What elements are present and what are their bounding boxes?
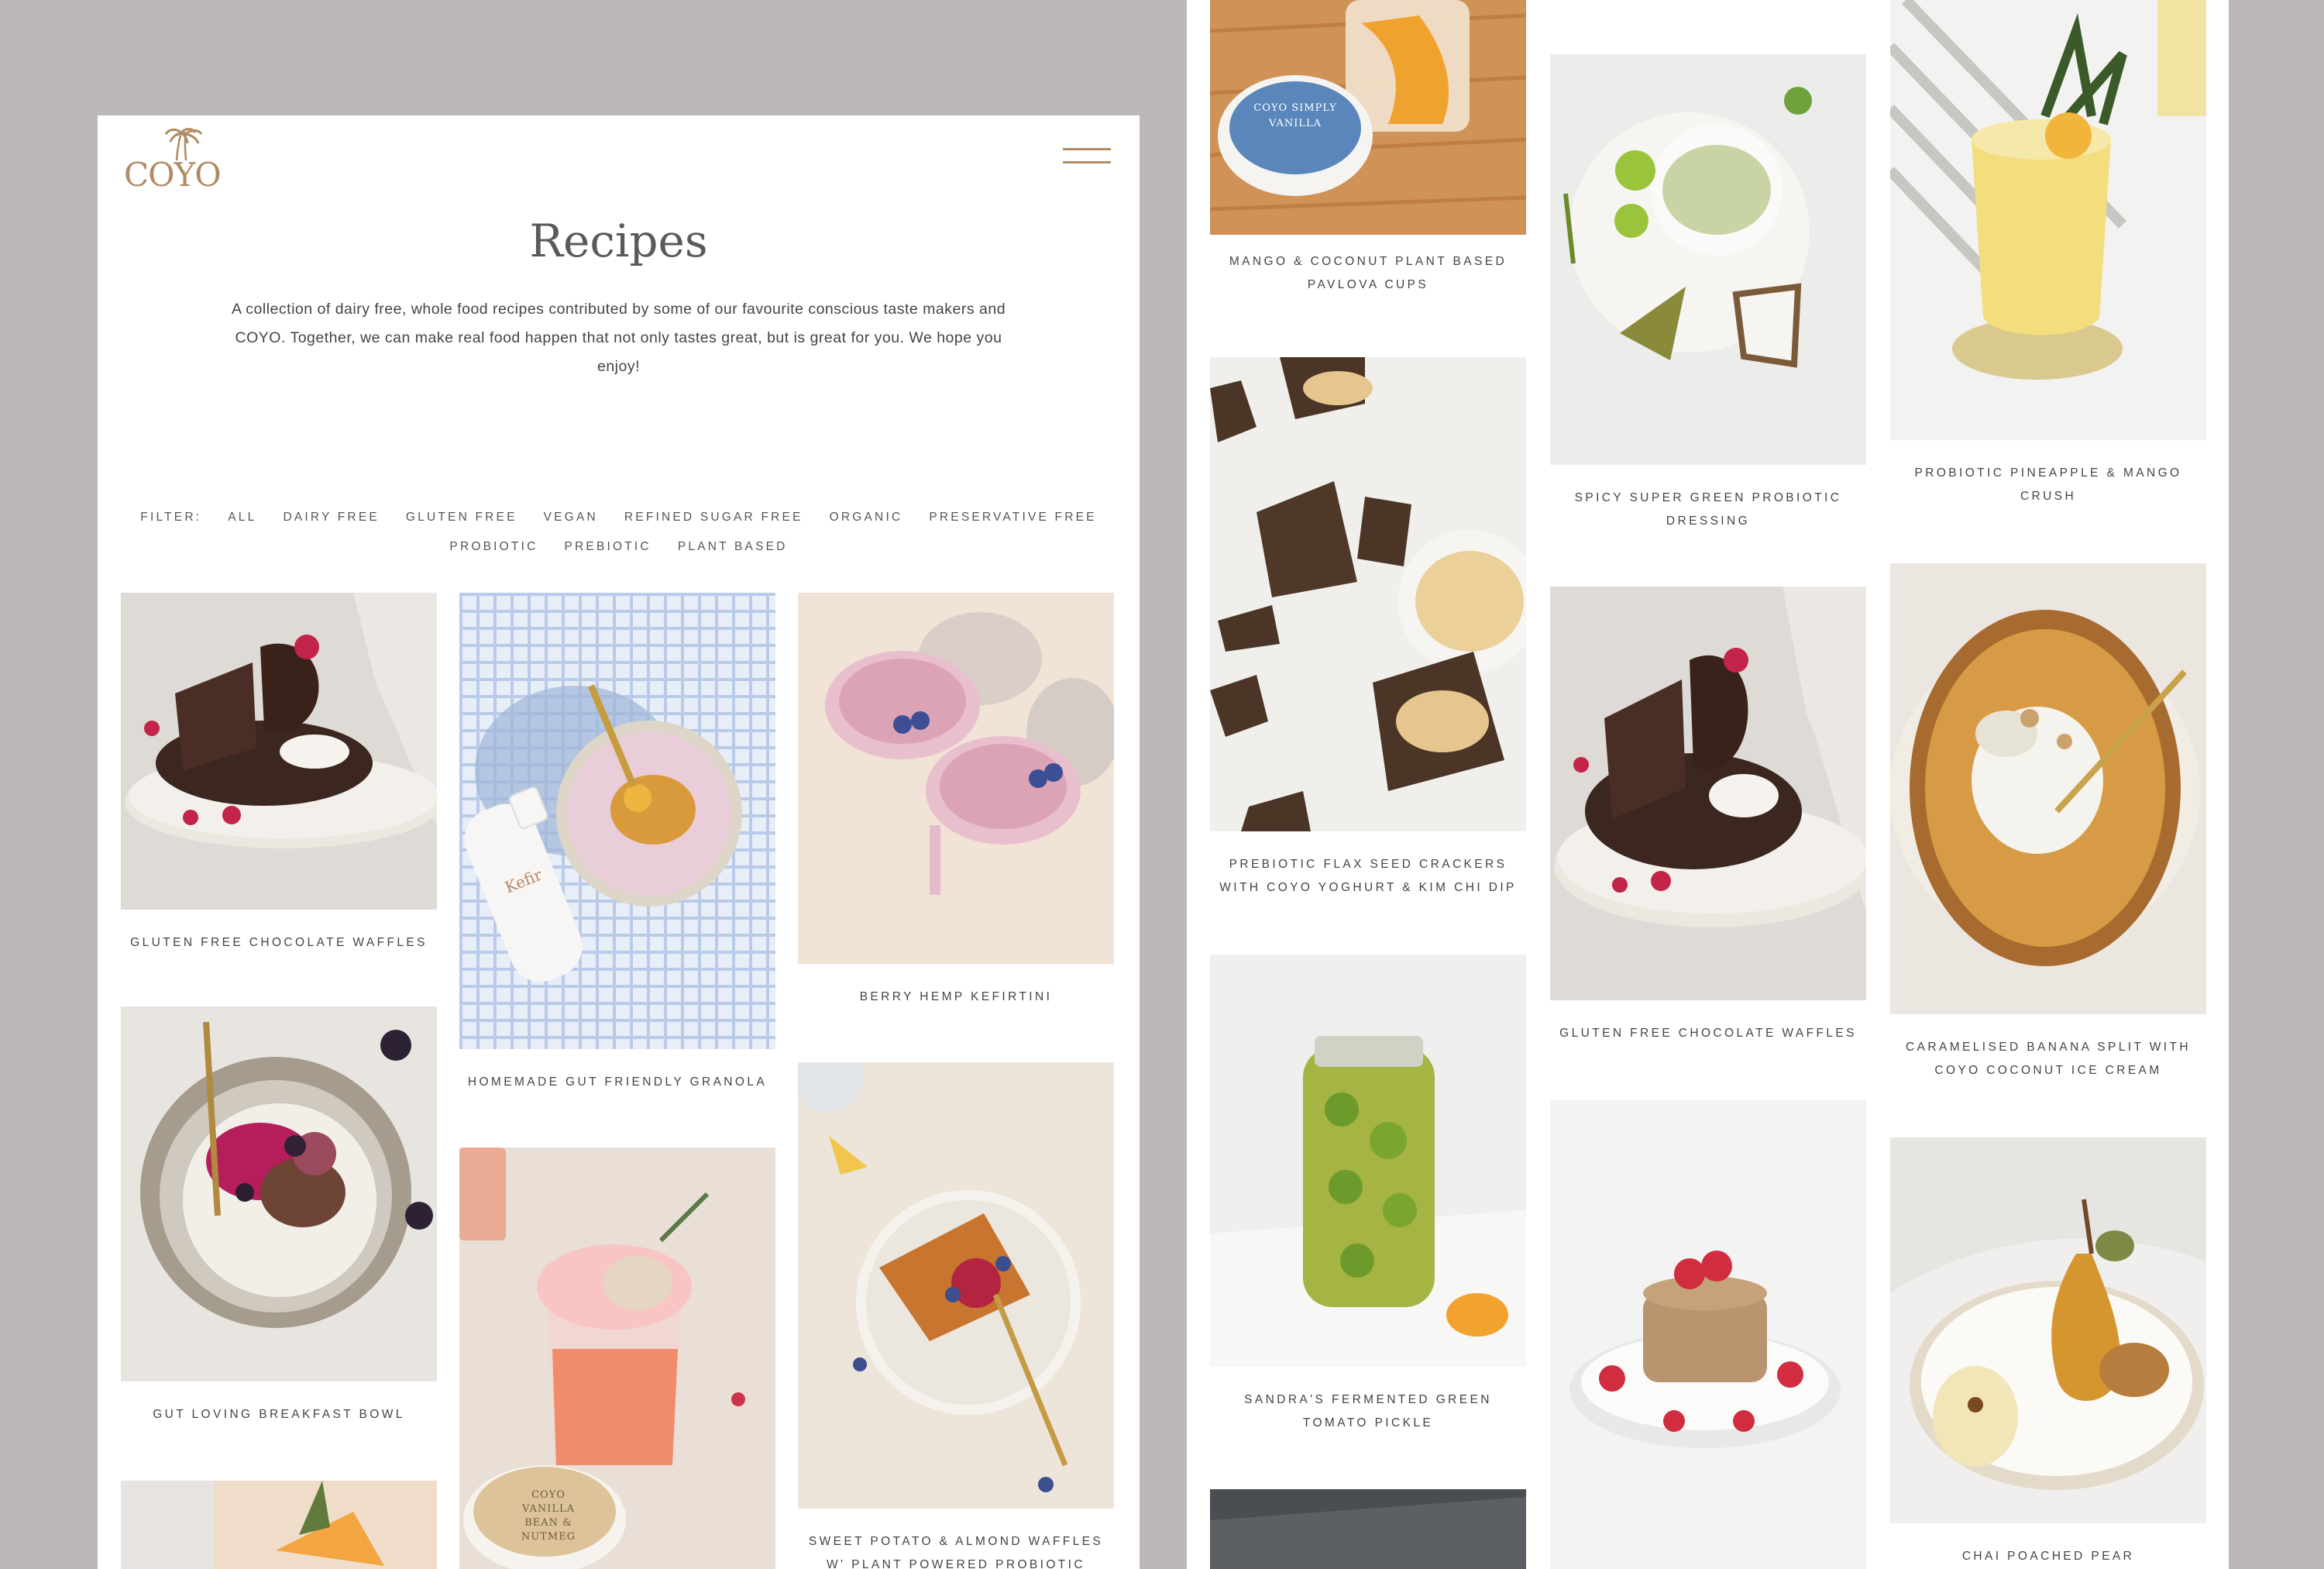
filter-dairy-free[interactable]: DAIRY FREE bbox=[283, 503, 379, 532]
recipe-image-pineapple-mango-crush[interactable] bbox=[1890, 0, 2206, 440]
filter-all[interactable]: ALL bbox=[228, 503, 256, 532]
filter-label: FILTER: bbox=[140, 511, 202, 524]
recipe-card[interactable]: SWEET POTATO & ALMOND WAFFLES W' PLANT P… bbox=[798, 1062, 1114, 1569]
filter-probiotic[interactable]: PROBIOTIC bbox=[449, 532, 538, 562]
coyo-logo[interactable]: COYO bbox=[124, 126, 232, 196]
recipe-title[interactable]: GUT LOVING BREAKFAST BOWL bbox=[121, 1403, 437, 1426]
recipe-title[interactable]: MANGO & COCONUT PLANT BASED PAVLOVA CUPS bbox=[1210, 250, 1526, 297]
recipe-image[interactable] bbox=[1210, 1489, 1526, 1569]
recipe-image-pancakes[interactable] bbox=[1550, 1099, 1866, 1569]
recipe-title[interactable]: HOMEMADE GUT FRIENDLY GRANOLA bbox=[459, 1071, 775, 1094]
recipe-card[interactable] bbox=[121, 1481, 437, 1569]
recipe-card[interactable]: COYO SIMPLY VANILLA MANGO & COCONUT PLAN… bbox=[1210, 0, 1526, 297]
recipe-card[interactable]: GUT LOVING BREAKFAST BOWL bbox=[121, 1006, 437, 1426]
recipe-card[interactable]: HOMEMADE GUT FRIENDLY GRANOLA Kefir bbox=[459, 593, 775, 1094]
recipe-title[interactable]: SANDRA'S FERMENTED GREEN TOMATO PICKLE bbox=[1210, 1388, 1526, 1435]
recipe-image-chocolate-waffles[interactable] bbox=[1550, 587, 1866, 1000]
page-title: Recipes bbox=[529, 215, 708, 267]
filter-gluten-free[interactable]: GLUTEN FREE bbox=[406, 503, 517, 532]
recipe-image[interactable] bbox=[121, 1481, 437, 1569]
recipe-image-chocolate-waffles[interactable] bbox=[121, 593, 437, 910]
recipe-title[interactable]: GLUTEN FREE CHOCOLATE WAFFLES bbox=[1550, 1022, 1866, 1045]
recipe-title[interactable]: SPICY SUPER GREEN PROBIOTIC DRESSING bbox=[1550, 487, 1866, 533]
recipe-title[interactable]: SWEET POTATO & ALMOND WAFFLES W' PLANT P… bbox=[798, 1530, 1114, 1569]
recipe-image-tomato-pickle[interactable] bbox=[1210, 955, 1526, 1367]
filter-vegan[interactable]: VEGAN bbox=[544, 503, 598, 532]
recipe-filter: FILTER: ALL DAIRY FREE GLUTEN FREE VEGAN REFI… bbox=[113, 503, 1124, 562]
recipe-image-flax-crackers[interactable] bbox=[1210, 357, 1526, 831]
recipe-card[interactable]: CHAI POACHED PEAR bbox=[1890, 1137, 2206, 1568]
page-intro: A collection of dairy free, whole food r… bbox=[231, 301, 1006, 375]
hamburger-line bbox=[1063, 161, 1111, 163]
recipe-title[interactable]: BERRY HEMP KEFIRTINI bbox=[798, 986, 1114, 1009]
recipe-card[interactable]: GLUTEN FREE CHOCOLATE WAFFLES bbox=[1550, 587, 1866, 1045]
filter-organic[interactable]: ORGANIC bbox=[830, 503, 903, 532]
recipe-image-sweet-potato-waffles[interactable] bbox=[798, 1062, 1114, 1509]
recipes-grid-scrolled: COYO SIMPLY VANILLA MANGO & COCONUT PLAN… bbox=[1187, 0, 2229, 1569]
recipe-title[interactable]: CARAMELISED BANANA SPLIT WITH COYO COCON… bbox=[1890, 1036, 2206, 1082]
recipe-card[interactable]: COYO VANILLA BEAN & NUTMEG bbox=[459, 1148, 775, 1569]
recipe-image-kefirtini[interactable] bbox=[798, 593, 1114, 964]
recipe-image-poached-pear[interactable] bbox=[1890, 1137, 2206, 1523]
recipe-card[interactable] bbox=[1550, 1099, 1866, 1569]
recipe-image-banana-split[interactable] bbox=[1890, 563, 2206, 1014]
filter-preservative-free[interactable]: PRESERVATIVE FREE bbox=[929, 503, 1096, 532]
recipe-image-granola[interactable] bbox=[459, 593, 775, 1049]
coyo-tub-label: COYO VANILLA BEAN & NUTMEG bbox=[521, 1489, 576, 1543]
filter-refined-sugar-free[interactable]: REFINED SUGAR FREE bbox=[624, 503, 803, 532]
recipe-title[interactable]: PROBIOTIC PINEAPPLE & MANGO CRUSH bbox=[1890, 462, 2206, 508]
recipe-card[interactable]: SANDRA'S FERMENTED GREEN TOMATO PICKLE bbox=[1210, 955, 1526, 1435]
recipe-title[interactable]: PREBIOTIC FLAX SEED CRACKERS WITH COYO Y… bbox=[1210, 853, 1526, 900]
recipe-card[interactable]: SPICY SUPER GREEN PROBIOTIC DRESSING bbox=[1550, 54, 1866, 533]
recipes-page-mobile: COYO Recipes A collection of dairy free,… bbox=[98, 115, 1140, 1569]
recipe-card[interactable]: CARAMELISED BANANA SPLIT WITH COYO COCON… bbox=[1890, 563, 2206, 1082]
recipe-image-breakfast-bowl[interactable] bbox=[121, 1006, 437, 1381]
recipe-card[interactable]: PREBIOTIC FLAX SEED CRACKERS WITH COYO Y… bbox=[1210, 357, 1526, 900]
hamburger-icon bbox=[1063, 148, 1111, 150]
recipe-title[interactable]: GLUTEN FREE CHOCOLATE WAFFLES bbox=[121, 931, 437, 955]
filter-prebiotic[interactable]: PREBIOTIC bbox=[564, 532, 651, 562]
menu-button[interactable] bbox=[1063, 148, 1111, 165]
filter-plant-based[interactable]: PLANT BASED bbox=[678, 532, 788, 562]
logo-text: COYO bbox=[124, 156, 222, 194]
recipe-card[interactable]: BERRY HEMP KEFIRTINI bbox=[798, 593, 1114, 1009]
recipe-card[interactable]: PROBIOTIC PINEAPPLE & MANGO CRUSH bbox=[1890, 0, 2206, 508]
recipe-card[interactable] bbox=[1210, 1489, 1526, 1569]
recipe-title[interactable]: CHAI POACHED PEAR bbox=[1890, 1545, 2206, 1568]
recipe-image-green-dressing[interactable] bbox=[1550, 54, 1866, 465]
coyo-tub-label: COYO SIMPLY VANILLA bbox=[1253, 102, 1337, 129]
recipe-card[interactable]: GLUTEN FREE CHOCOLATE WAFFLES bbox=[121, 593, 437, 955]
